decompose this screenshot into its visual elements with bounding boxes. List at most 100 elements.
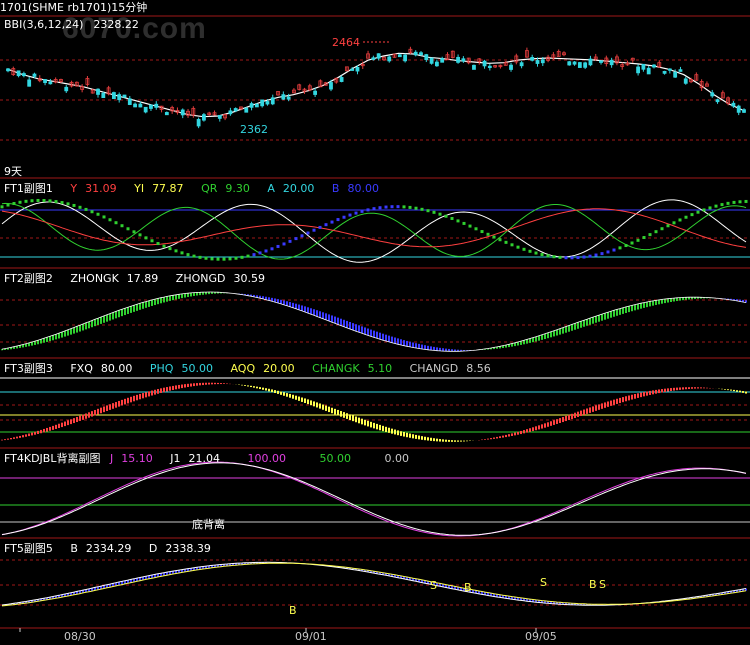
period-label: 9天 [4,165,22,178]
ft1-dot [132,230,136,234]
ft1-dot [330,220,334,224]
candle-body [48,81,53,85]
candle-body [572,61,577,65]
candle-body [350,68,355,71]
ft1-dot [708,206,712,210]
ft1-dot [138,233,142,237]
ft3-label: FT3副图3 [4,362,53,375]
ft1-dot [414,206,418,210]
ft1-yi: YI 77.87 [134,182,184,195]
ft1-dot [366,208,370,212]
candle-body [535,60,540,64]
ft1-y: Y 31.09 [70,182,117,195]
candle-body [32,73,37,77]
ft4-level-0: 0.00 [384,452,409,465]
candle-body [64,86,69,92]
ft1-dot [282,242,286,246]
candle-body [313,90,318,95]
candle-body [270,97,275,105]
ft1-dot [276,244,280,248]
ft1-dot [180,251,184,255]
ft1-dot [204,256,208,260]
candle-body [397,54,402,58]
ft4-j: J 15.10 [109,452,153,465]
ft3-aqq: AQQ 20.00 [230,362,295,375]
candle-body [6,68,10,72]
ft1-qr: QR 9.30 [201,182,250,195]
ft1-dot [396,205,400,209]
candle-body [101,92,106,99]
candle-body [127,98,132,105]
candle-body [710,92,715,97]
ft1-dot [624,244,628,248]
ft1-dot [18,200,22,204]
candle-body [355,67,360,72]
candle-body [329,82,333,90]
ft1-dot [78,205,82,209]
x-tick-label: 09/01 [295,630,327,643]
candle-body [376,53,381,59]
ft1-dot [102,215,106,219]
ft5-d: D 2338.39 [148,542,211,555]
candle-body [371,57,376,60]
ft1-dot [312,228,316,232]
ft2-zhongk: ZHONGK 17.89 [70,272,159,285]
ft5-label: FT5副图5 [4,542,53,555]
ft5-mark-b1: B [289,604,297,617]
candle-body [233,108,238,112]
candle-body [683,78,688,84]
candle-body [413,51,418,56]
ft4-j1-line [1,462,747,536]
ft1-dot [648,233,652,237]
ft1-dot [456,219,460,223]
candle-body [662,70,667,74]
candle-body [196,119,201,127]
candle-body [21,73,26,77]
ft1-dot [672,221,676,225]
candle-body [143,106,148,113]
candle-body [339,77,344,82]
candle-body [530,57,535,61]
candle-body [286,96,291,100]
bbi-line [7,52,745,118]
ft1-dot [108,218,112,222]
ft1-dot [564,256,568,260]
ft1-dot [306,231,310,235]
ft1-dot [114,221,118,225]
ft1-dot [390,205,394,209]
ft1-dot [252,253,256,257]
ft1-dot [24,199,28,203]
ft1-dot [210,257,214,261]
candle-body [122,94,127,98]
candle-body [43,79,47,84]
ft4-level-100: 100.00 [247,452,286,465]
ft1-dot [360,209,364,213]
ft1-dot [654,230,658,234]
ft1-dot [240,255,244,259]
candle-body [509,64,513,70]
ft1-dot [228,257,232,261]
ft1-dot [420,207,424,211]
candle-body [667,68,672,71]
ft3-changk: CHANGK 5.10 [312,362,393,375]
candle-body [461,58,466,62]
candle-body [456,56,460,63]
ft1-dot [150,239,154,243]
candle-body [609,59,614,66]
ft1-a: A 20.00 [267,182,315,195]
bbi-value: 2328.22 [93,18,139,31]
ft1-dot [732,200,736,204]
ft2-zhongd: ZHONGD 30.59 [175,272,265,285]
ft1-dot [90,210,94,214]
ft1-qr-line [1,202,747,260]
ft1-dot [192,254,196,258]
ft1-dot [588,254,592,258]
ft1-dot [186,253,190,257]
ft1-dot [660,227,664,231]
ft1-dot [570,256,574,260]
ft1-dot [42,199,46,203]
candle-body [567,61,572,66]
candle-body [138,103,143,108]
ft1-dot [168,247,172,251]
ft1-dot [96,212,100,216]
